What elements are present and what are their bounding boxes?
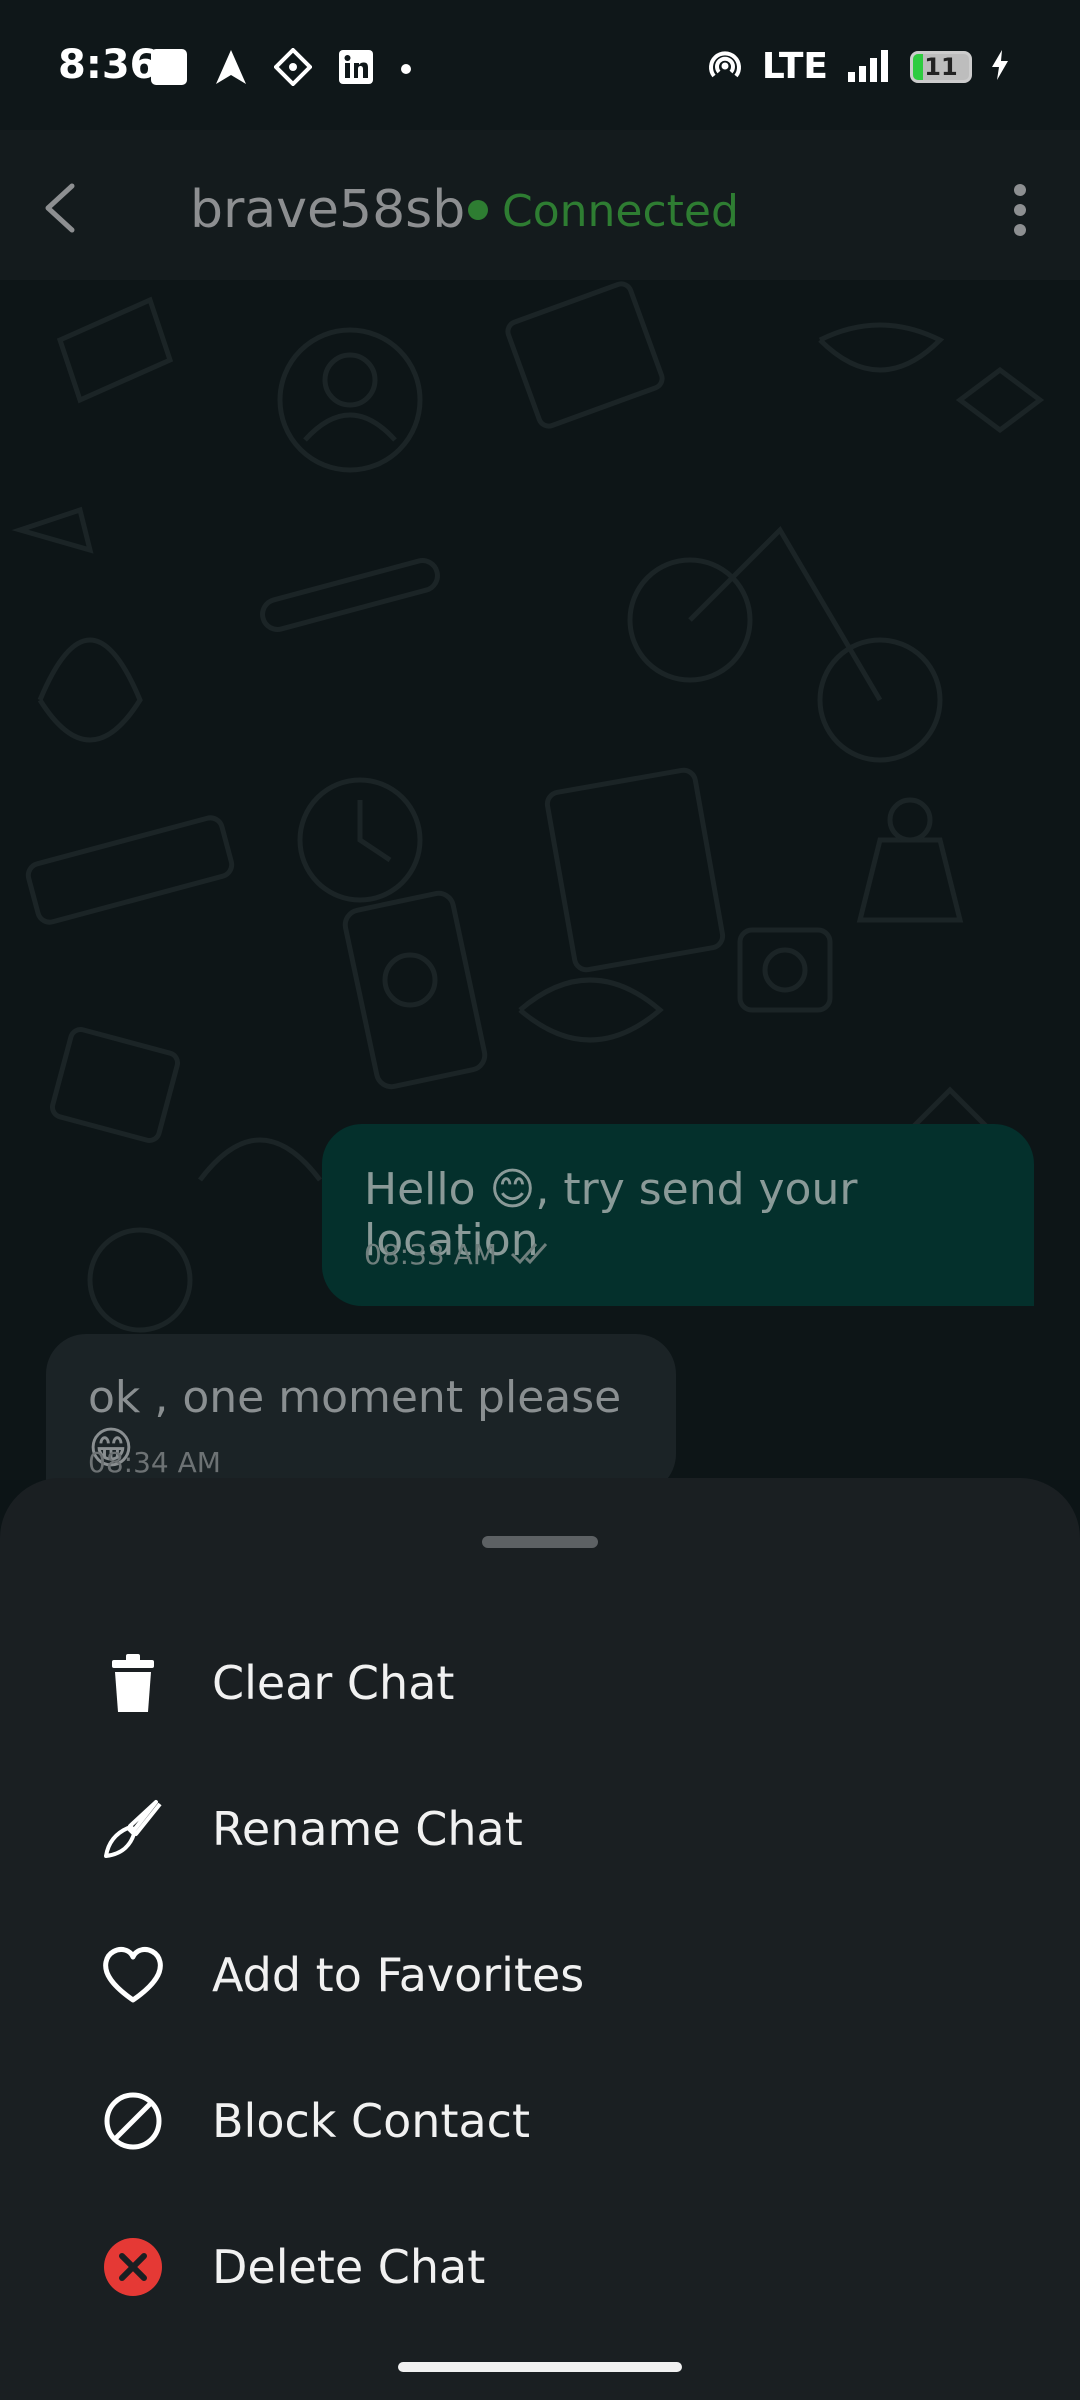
menu-item-block-contact[interactable]: Block Contact [0, 2048, 1080, 2194]
menu-item-delete-chat[interactable]: Delete Chat [0, 2194, 1080, 2340]
menu-item-add-favorites[interactable]: Add to Favorites [0, 1902, 1080, 2048]
square-app-icon [150, 48, 188, 90]
contact-name[interactable]: brave58sb [190, 180, 465, 240]
gesture-nav-bar[interactable] [398, 2362, 682, 2372]
menu-item-label: Rename Chat [212, 1802, 523, 1856]
notification-icons [150, 47, 412, 90]
network-type: LTE [761, 46, 828, 87]
status-time: 8:36 [58, 42, 158, 88]
battery-indicator: 11 [910, 50, 972, 83]
hotspot-icon [706, 48, 744, 86]
trash-icon [100, 1650, 166, 1716]
signal-icon [846, 48, 892, 86]
more-notifications-dot-icon [400, 60, 412, 79]
navigation-arrow-icon [214, 48, 248, 90]
more-vert-icon [1014, 184, 1026, 236]
menu-item-label: Delete Chat [212, 2240, 486, 2294]
message-bubble-outgoing[interactable]: Hello 😊, try send your location 08:33 AM [322, 1124, 1034, 1306]
double-check-icon [510, 1240, 554, 1270]
message-time: 08:33 AM [364, 1238, 497, 1271]
linkedin-icon [338, 49, 374, 89]
drag-handle[interactable] [482, 1536, 598, 1548]
menu-item-clear-chat[interactable]: Clear Chat [0, 1610, 1080, 1756]
menu-item-label: Add to Favorites [212, 1948, 585, 2002]
delete-circle-icon [100, 2234, 166, 2300]
menu-item-rename-chat[interactable]: Rename Chat [0, 1756, 1080, 1902]
overflow-menu-button[interactable] [1000, 180, 1040, 240]
menu-item-label: Clear Chat [212, 1656, 455, 1710]
status-bar: 8:36 LTE 11 [0, 0, 1080, 130]
battery-level: 11 [924, 52, 958, 81]
heart-icon [100, 1942, 166, 2008]
message-bubble-incoming[interactable]: ok , one moment please 😁 08:34 AM [46, 1334, 676, 1494]
charging-bolt-icon [990, 49, 1010, 85]
brush-icon [100, 1796, 166, 1862]
system-icons: LTE 11 [706, 46, 1010, 87]
connection-status: Connected [502, 186, 739, 237]
message-time: 08:34 AM [88, 1446, 221, 1479]
diamond-app-icon [273, 47, 313, 90]
back-button[interactable] [36, 178, 96, 238]
connection-dot-icon [468, 200, 488, 220]
menu-item-label: Block Contact [212, 2094, 531, 2148]
back-arrow-icon [45, 183, 75, 233]
block-icon [100, 2088, 166, 2154]
